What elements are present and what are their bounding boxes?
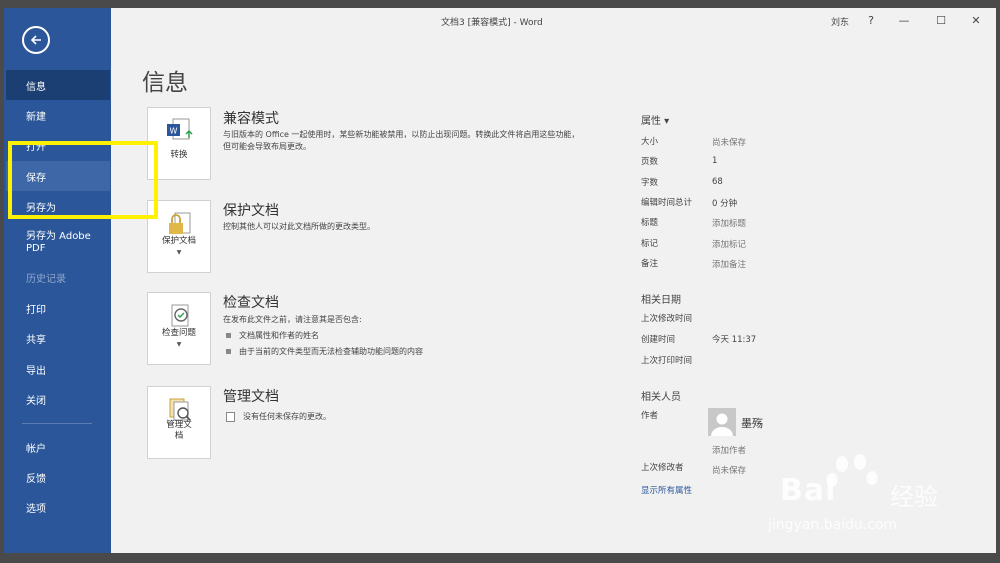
nav-close-label: 关闭	[26, 395, 46, 407]
prop-label: 编辑时间总计	[641, 198, 693, 208]
document-icon	[226, 411, 235, 422]
nav-share[interactable]: 共享	[6, 323, 110, 353]
nav-new-label: 新建	[26, 111, 46, 123]
inspect-desc: 在发布此文件之前，请注意其是否包含:	[223, 315, 362, 324]
watermark-brand2: 经验	[890, 483, 938, 511]
inspect-document-icon	[171, 304, 189, 327]
nav-options-label: 选项	[26, 503, 46, 515]
watermark-url: jingyan.baidu.com	[768, 517, 898, 533]
manage-label-line2: 档	[174, 431, 184, 441]
prop-label: 字数	[641, 178, 659, 188]
bullet-square-icon	[226, 333, 231, 338]
prop-value: 0 分钟	[712, 199, 738, 209]
nav-account-label: 帐户	[26, 443, 46, 455]
protect-label: 保护文档	[161, 236, 196, 246]
maximize-button[interactable]: ☐	[931, 12, 951, 30]
author-label: 作者	[641, 411, 659, 421]
related-dates-heading: 相关日期	[641, 295, 681, 306]
nav-feedback-label: 反馈	[26, 473, 46, 485]
nav-new[interactable]: 新建	[6, 100, 110, 130]
last-modified-by-value: 尚未保存	[712, 466, 747, 476]
page-title: 信息	[142, 70, 188, 96]
watermark-brand: Bai	[780, 473, 837, 508]
nav-save-as-pdf[interactable]: 另存为 Adobe PDF	[6, 225, 110, 261]
user-name[interactable]: 刘东	[831, 15, 849, 28]
nav-close[interactable]: 关闭	[6, 384, 110, 414]
add-tags-field[interactable]: 添加标记	[712, 238, 746, 250]
last-modified-by-label: 上次修改者	[641, 463, 684, 473]
nav-share-label: 共享	[26, 334, 46, 346]
manage-document-button[interactable]: 管理文 档	[147, 386, 211, 459]
nav-feedback[interactable]: 反馈	[6, 462, 110, 492]
prop-label: 页数	[641, 157, 659, 167]
nav-account[interactable]: 帐户	[6, 432, 110, 462]
date-label: 上次修改时间	[641, 314, 693, 324]
nav-print-label: 打印	[26, 304, 46, 316]
show-all-properties-link[interactable]: 显示所有属性	[641, 484, 692, 496]
word-convert-icon: W	[167, 118, 193, 140]
prop-label: 标记	[641, 239, 659, 249]
add-comments-field[interactable]: 添加备注	[712, 258, 746, 270]
inspect-bullet-text: 文档属性和作者的姓名	[239, 331, 319, 340]
related-people-heading: 相关人员	[641, 392, 681, 403]
add-author-link[interactable]: 添加作者	[712, 444, 746, 456]
minimize-button[interactable]: —	[894, 12, 914, 30]
manage-desc-text: 没有任何未保存的更改。	[243, 412, 331, 421]
prop-value: 尚未保存	[712, 138, 747, 148]
svg-text:W: W	[170, 127, 178, 136]
inspect-title: 检查文档	[223, 295, 279, 311]
prop-value: 68	[712, 177, 723, 187]
back-button[interactable]	[22, 26, 50, 54]
compat-desc: 与旧版本的 Office 一起使用时，某些新功能被禁用，以防止出现问题。转换此文…	[223, 130, 580, 151]
date-label: 上次打印时间	[641, 356, 693, 366]
bullet-square-icon	[226, 349, 231, 354]
nav-history-label: 历史记录	[26, 273, 66, 285]
date-label: 创建时间	[641, 335, 676, 345]
window-title: 文档3 [兼容模式] - Word	[441, 18, 543, 28]
check-issues-button[interactable]: 检查问题 ▼	[147, 292, 211, 365]
manage-desc: 没有任何未保存的更改。	[226, 411, 331, 422]
properties-heading[interactable]: 属性 ▾	[641, 112, 669, 127]
nav-history: 历史记录	[6, 262, 110, 292]
manage-title: 管理文档	[223, 389, 279, 405]
annotation-highlight	[8, 141, 158, 219]
inspect-bullet-text: 由于当前的文件类型而无法检查辅助功能问题的内容	[239, 347, 423, 356]
back-arrow-icon	[30, 35, 41, 45]
manage-label-line1: 管理文	[166, 420, 192, 430]
compat-title: 兼容模式	[223, 111, 279, 127]
baidu-watermark: Bai 经验 jingyan.baidu.com	[760, 454, 960, 545]
title-bar: 文档3 [兼容模式] - Word 刘东 ? — ☐ ✕	[111, 8, 996, 34]
protect-title: 保护文档	[223, 203, 279, 219]
add-title-field[interactable]: 添加标题	[712, 217, 746, 229]
avatar	[708, 408, 736, 436]
inspect-bullet: 由于当前的文件类型而无法检查辅助功能问题的内容	[226, 346, 423, 357]
prop-label: 标题	[641, 218, 659, 228]
inspect-bullet: 文档属性和作者的姓名	[226, 330, 319, 341]
prop-label: 备注	[641, 259, 659, 269]
help-button[interactable]: ?	[861, 12, 881, 30]
nav-options[interactable]: 选项	[6, 492, 110, 522]
nav-export[interactable]: 导出	[6, 354, 110, 384]
protect-desc: 控制其他人可以对此文档所做的更改类型。	[223, 222, 375, 231]
close-button[interactable]: ✕	[966, 12, 986, 30]
created-time-value: 今天 11:37	[712, 335, 757, 345]
nav-divider	[22, 423, 92, 424]
nav-info[interactable]: 信息	[6, 70, 110, 100]
backstage-sidebar: 信息 新建 打开 保存 另存为 另存为 Adobe PDF 历史记录 打印 共享…	[4, 8, 111, 553]
nav-info-label: 信息	[26, 81, 46, 93]
author-name[interactable]: 墨殇	[741, 415, 763, 431]
nav-export-label: 导出	[26, 365, 46, 377]
person-icon	[711, 413, 733, 436]
prop-label: 大小	[641, 137, 659, 147]
lock-icon	[169, 212, 191, 234]
check-issues-label: 检查问题	[161, 328, 196, 338]
nav-print[interactable]: 打印	[6, 293, 110, 323]
check-issues-dropdown-icon: ▼	[176, 341, 182, 348]
prop-value: 1	[712, 156, 718, 166]
nav-save-as-pdf-label: 另存为 Adobe PDF	[26, 231, 91, 254]
protect-dropdown-icon: ▼	[176, 249, 182, 256]
